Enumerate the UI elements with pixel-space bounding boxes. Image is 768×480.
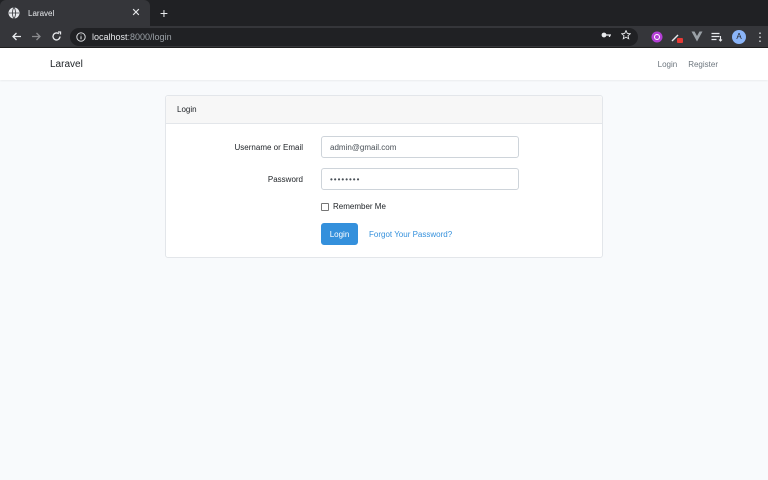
forward-icon[interactable] [26,27,46,47]
globe-icon [8,7,20,19]
nav-link-register[interactable]: Register [688,60,718,69]
address-bar[interactable]: localhost:8000/login [70,27,638,46]
card-header: Login [166,96,602,124]
browser-tab-bar: Laravel ✕ + [0,0,768,26]
remember-me-label[interactable]: Remember Me [333,202,386,211]
browser-tab[interactable]: Laravel ✕ [0,0,150,26]
browser-toolbar: localhost:8000/login A ⋮ [0,26,768,48]
nav-link-login[interactable]: Login [658,60,678,69]
forgot-password-link[interactable]: Forgot Your Password? [369,230,452,239]
key-icon[interactable] [600,31,612,42]
bookmark-star-icon[interactable] [620,29,632,43]
password-label: Password [267,175,303,184]
login-card: Login Username or Email admin@gmail.com … [165,95,603,258]
extension-vue-icon[interactable] [690,30,704,44]
brand-logo-text[interactable]: Laravel [50,59,647,70]
close-tab-icon[interactable]: ✕ [130,7,142,19]
remember-me-checkbox[interactable] [321,203,329,211]
reload-icon[interactable] [46,27,66,47]
new-tab-button[interactable]: + [152,0,176,26]
url-path: :8000/login [127,31,172,42]
extension-purple-icon[interactable] [650,30,664,44]
login-button[interactable]: Login [321,223,358,245]
browser-menu-icon[interactable]: ⋮ [754,30,766,44]
username-input[interactable]: admin@gmail.com [321,136,519,158]
profile-avatar[interactable]: A [732,29,746,44]
app-navbar: Laravel Login Register [0,48,768,80]
back-icon[interactable] [6,27,26,47]
info-icon[interactable] [76,31,86,42]
media-queue-icon[interactable] [710,30,724,44]
username-label: Username or Email [234,143,303,152]
tab-title: Laravel [28,8,55,18]
password-input[interactable]: •••••••• [321,168,519,190]
extension-pen-icon[interactable] [670,30,684,44]
url-host: localhost [92,31,128,42]
